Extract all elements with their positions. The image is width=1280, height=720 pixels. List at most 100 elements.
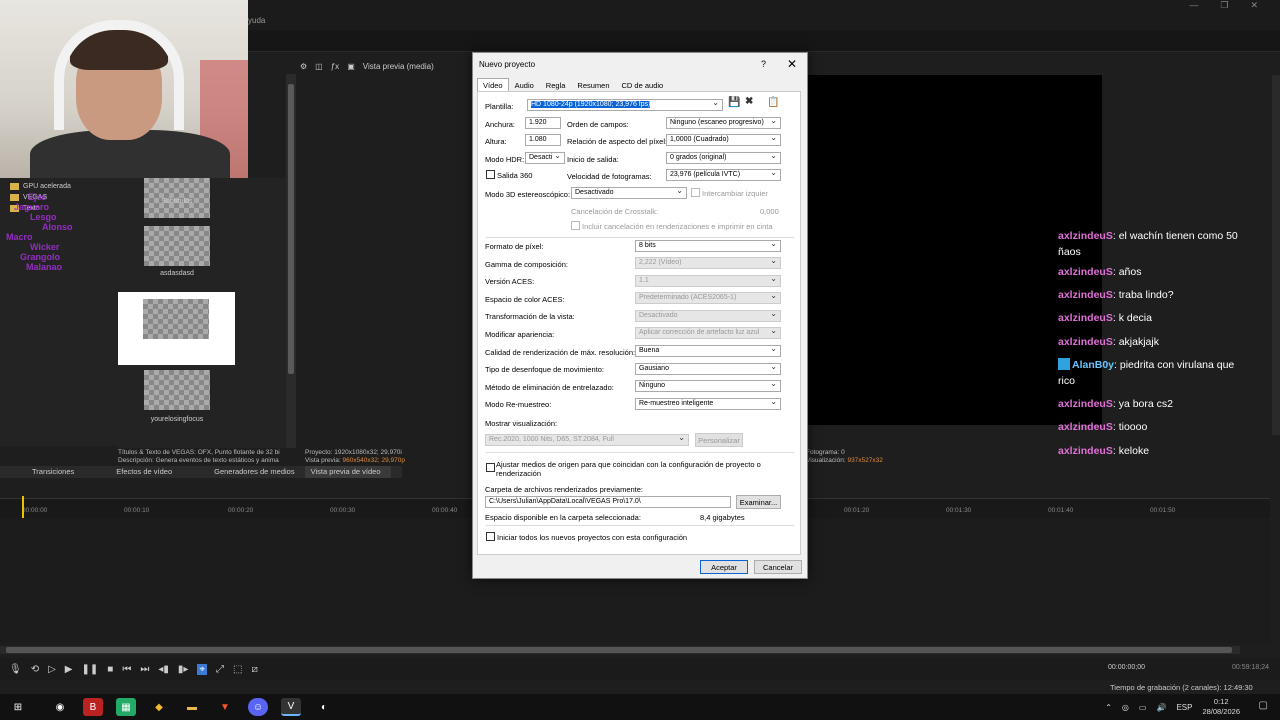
folder-icon[interactable]: ▬ [182,698,202,716]
deinterlace-dropdown[interactable]: Ninguno [635,380,781,392]
next-frame-icon[interactable]: ▮▸ [178,664,189,675]
steam-icon[interactable]: ◐ [314,698,334,716]
scrollbar-thumb[interactable] [6,647,1232,653]
aces-color-space-dropdown[interactable]: Predeterminado (ACES2065-1) [635,292,781,304]
app-icon-binance[interactable]: ◆ [149,698,169,716]
windows-taskbar: ⊞ ◉ B ▦ ◆ ▬ ▼ ☺ V ◐ ⌃ ◎ ▭ 🔊 ESP 0:12 28/… [0,694,1280,720]
stop-icon[interactable]: ■ [107,664,113,675]
compositing-gamma-dropdown[interactable]: 2,222 (Vídeo) [635,257,781,269]
help-button[interactable]: ? [761,59,766,69]
notifications-icon[interactable]: ▢ [1259,700,1268,711]
view-transform-dropdown[interactable]: Desactivado [635,310,781,322]
field-order-dropdown[interactable]: Ninguno (escaneo progresivo) [666,117,781,129]
template-value: HD 1080-24p (1920x1080; 23,976 fps) [531,101,651,108]
overlay-icon[interactable]: ▣ [347,62,355,71]
right-scrollbar[interactable] [1272,75,1280,435]
go-to-end-icon[interactable]: ⏭ [140,664,149,675]
render-quality-dropdown[interactable]: Buena [635,345,781,357]
frame-rate-dropdown[interactable]: 23,976 (película IVTC) [666,169,781,181]
selection-tool-icon[interactable]: ⬚ [233,664,242,675]
cancel-button[interactable]: Cancelar [754,560,802,574]
cursor-time: 00:00:00;00 [1108,664,1145,671]
timeline-scrollbar[interactable] [0,646,1240,654]
media-thumbnail[interactable] [144,370,210,410]
close-window-icon[interactable]: ✕ [1250,0,1258,14]
match-media-icon[interactable]: 📋 [767,97,779,108]
pixel-format-dropdown[interactable]: 8 bits [635,240,781,252]
look-modifier-dropdown[interactable]: Aplicar corrección de artefacto luz azul [635,327,781,339]
vegas-icon[interactable]: V [281,698,301,716]
prev-frame-icon[interactable]: ◂▮ [158,664,169,675]
accept-button[interactable]: Aceptar [700,560,748,574]
tab-video-preview[interactable]: Vista previa de vídeo [304,466,391,478]
frame-info-label: Fotograma: [806,449,840,456]
close-icon[interactable]: ✕ [787,57,797,71]
timecode-tick: 00:01:50 [1150,507,1176,514]
timecode-tick: 00:00:10 [124,507,150,514]
play-icon[interactable]: ▶ [65,664,73,675]
language-indicator[interactable]: ESP [1176,703,1192,712]
adjust-media-checkbox[interactable] [486,463,495,472]
scrollbar-thumb[interactable] [288,84,294,374]
media-scrollbar[interactable] [286,74,296,448]
start-all-projects-checkbox[interactable] [486,532,495,541]
fx-icon[interactable]: ƒx [331,62,339,71]
tray-chevron-icon[interactable]: ⌃ [1105,703,1112,712]
pause-icon[interactable]: ❚❚ [82,664,99,675]
customize-button[interactable]: Personalizar [695,433,743,447]
resample-mode-dropdown[interactable]: Re-muestreo inteligente [635,398,781,410]
windows-start-icon[interactable]: ⊞ [8,698,28,716]
normal-edit-tool-icon[interactable]: ⌖ [197,663,208,675]
media-thumbnail-selected[interactable] [118,292,235,365]
browse-button[interactable]: Examinar... [736,495,781,509]
pixel-aspect-dropdown[interactable]: 1,0000 (Cuadrado) [666,134,781,146]
taskbar-clock[interactable]: 0:12 28/08/2026 [1202,697,1240,717]
save-template-icon[interactable]: 💾 [728,97,740,108]
preview-quality-dropdown[interactable]: Vista previa (media) [363,62,434,71]
stereoscopic-dropdown[interactable]: Desactivado [571,187,687,199]
record-icon[interactable]: 🎙 [9,664,22,675]
app-icon-b[interactable]: B [83,698,103,716]
app-icon-obs[interactable]: ◉ [50,698,70,716]
motion-blur-label: Tipo de desenfoque de movimiento: [485,365,604,374]
include-crosstalk-checkbox[interactable] [571,221,580,230]
timeline-playhead[interactable] [22,496,24,518]
motion-blur-dropdown[interactable]: Gausiano [635,363,781,375]
media-description: Títulos & Texto de VEGAS: OFX, Punto flo… [118,449,298,465]
tab-video-effects[interactable]: Efectos de vídeo [84,466,182,478]
network-icon[interactable]: ▭ [1139,703,1147,712]
go-to-start-icon[interactable]: ⏮ [122,664,131,675]
chat-username: axlzindeuS [1058,230,1113,242]
aces-version-label: Versión ACES: [485,277,535,286]
display-view-dropdown[interactable]: Rec.2020, 1000 Nits, D65, ST.2084, Full [485,434,689,446]
media-thumbnail[interactable] [144,226,210,266]
minimize-icon[interactable]: — [1189,0,1198,14]
template-dropdown[interactable]: HD 1080-24p (1920x1080; 23,976 fps) [527,99,723,111]
width-input[interactable]: 1.920 [525,117,561,129]
free-space-label: Espacio disponible en la carpeta selecci… [485,513,641,522]
brave-icon[interactable]: ▼ [215,698,235,716]
overlay-text: Alonso [42,222,73,232]
swap-left-right-checkbox[interactable] [691,188,700,197]
restore-icon[interactable]: ❐ [1220,0,1228,14]
prerender-folder-input[interactable]: C:\Users\Julian\AppData\Local\VEGAS Pro\… [485,496,731,508]
split-icon[interactable]: ◫ [315,62,323,71]
envelope-tool-icon[interactable]: ⤢ [216,664,224,675]
app-icon-minecraft[interactable]: ▦ [116,698,136,716]
menu-item-help-fragment[interactable]: yuda [248,16,265,25]
loop-icon[interactable]: ⟲ [31,664,39,675]
output-rotation-dropdown[interactable]: 0 grados (original) [666,152,781,164]
tab-transitions[interactable]: Transiciones [0,466,84,478]
volume-icon[interactable]: 🔊 [1156,703,1166,712]
hdr-mode-dropdown[interactable]: Desacti [525,152,565,164]
split-tool-icon[interactable]: ⧄ [251,664,257,675]
play-from-start-icon[interactable]: ▷ [48,664,56,675]
output-360-checkbox[interactable] [486,170,495,179]
delete-template-icon[interactable]: ✖ [745,96,753,107]
aces-version-dropdown[interactable]: 1.1 [635,275,781,287]
height-input[interactable]: 1.080 [525,134,561,146]
gear-icon[interactable]: ⚙ [300,62,307,71]
tab-media-generators[interactable]: Generadores de medios [182,466,304,478]
discord-icon[interactable]: ☺ [248,698,268,716]
tray-app-icon[interactable]: ◎ [1122,703,1129,712]
